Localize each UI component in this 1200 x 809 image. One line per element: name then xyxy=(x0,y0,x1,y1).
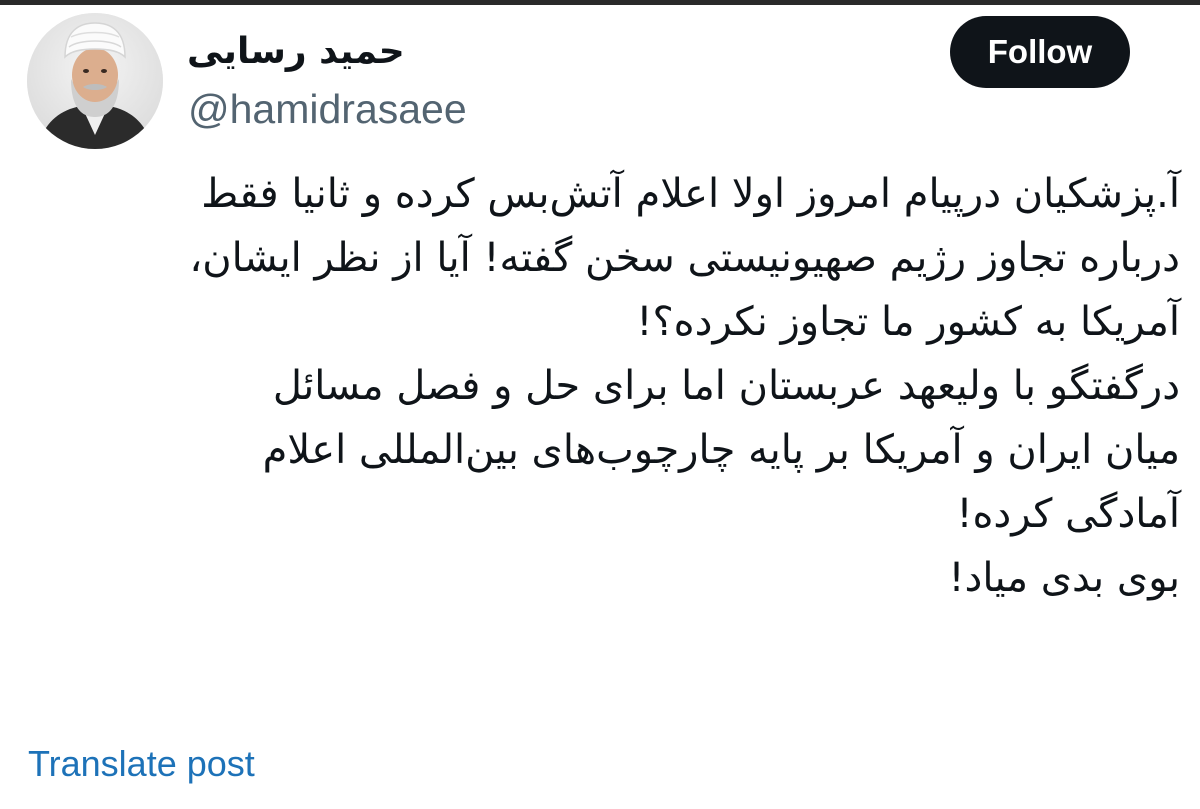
tweet-line: درباره تجاوز رژیم صهیونیستی سخن گفته! آی… xyxy=(189,235,1180,281)
avatar[interactable] xyxy=(27,13,163,149)
author-display-name[interactable]: حمید رسایی xyxy=(187,30,405,74)
tweet-line: درگفتگو با ولیعهد عربستان اما برای حل و … xyxy=(272,363,1180,409)
tweet-line: بوی بدی میاد! xyxy=(948,555,1180,601)
profile-photo-icon xyxy=(27,13,163,149)
author-handle[interactable]: @hamidrasaee xyxy=(188,84,467,134)
tweet-line: آ.پزشکیان درپیام امروز اولا اعلام آتش‌بس… xyxy=(201,171,1180,217)
follow-button[interactable]: Follow xyxy=(950,16,1130,88)
tweet-line: میان ایران و آمریکا بر پایه چارچوب‌های ب… xyxy=(262,427,1180,473)
tweet-text: آ.پزشکیان درپیام امروز اولا اعلام آتش‌بس… xyxy=(30,162,1180,610)
top-edge-strip xyxy=(0,0,1200,5)
tweet-line: آمریکا به کشور ما تجاوز نکرده؟! xyxy=(636,299,1180,345)
translate-post-link[interactable]: Translate post xyxy=(28,742,255,786)
tweet-line: آمادگی کرده! xyxy=(956,491,1180,537)
